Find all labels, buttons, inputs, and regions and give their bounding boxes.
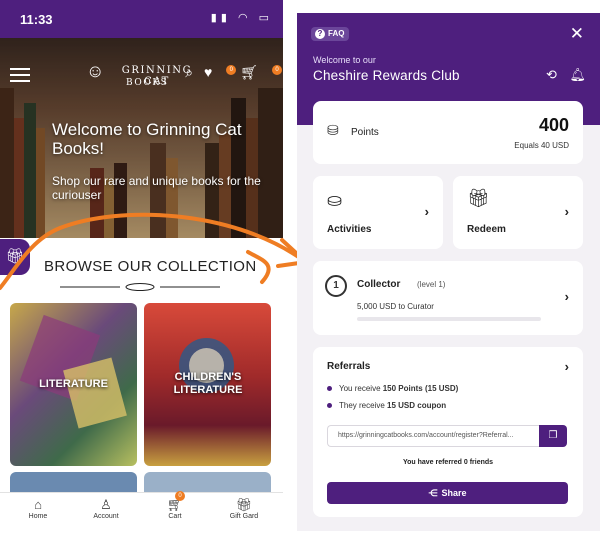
cat-logo-icon: ☺ bbox=[86, 61, 105, 81]
nav-cart-label: Cart bbox=[168, 513, 182, 520]
points-card: ⛁ Points 400 Equals 40 USD bbox=[313, 101, 583, 164]
faq-button[interactable]: ? FAQ bbox=[311, 27, 350, 41]
faq-label: FAQ bbox=[328, 29, 345, 38]
points-value: 400 bbox=[538, 115, 569, 135]
logo-line-2: BOOKS bbox=[126, 78, 169, 88]
nav-home[interactable]: ⌂ Home bbox=[8, 497, 68, 520]
nav-account[interactable]: ♙ Account bbox=[76, 497, 136, 520]
collection-tile-literature[interactable]: LITERATURE bbox=[10, 303, 137, 466]
header-icons: ⟲ 🔔︎ bbox=[537, 67, 586, 83]
redeem-card[interactable]: 🎁︎ Redeem › bbox=[453, 176, 583, 249]
nav-gift-card[interactable]: 🎁︎ Gift Gard bbox=[214, 497, 274, 520]
nav-cart[interactable]: 🛒︎ 0 Cart bbox=[145, 491, 205, 520]
hero-title: Welcome to Grinning Cat Books! bbox=[52, 120, 242, 158]
points-label: Points bbox=[351, 127, 379, 138]
coins-icon: ⛁ bbox=[327, 122, 339, 138]
share-icon: ⋲ bbox=[428, 488, 438, 498]
header-cart-icon[interactable]: 🛒︎ 0 bbox=[240, 64, 282, 81]
tier-next: 5,000 USD to Curator bbox=[357, 302, 434, 311]
status-time: 11:33 bbox=[20, 12, 53, 27]
referral-they-receive: They receive 15 USD coupon bbox=[327, 401, 446, 410]
search-icon[interactable]: ⌕ bbox=[185, 64, 193, 81]
rewards-panel: ? FAQ ✕ Welcome to our Cheshire Rewards C… bbox=[297, 13, 600, 531]
chevron-right-icon: › bbox=[564, 204, 569, 219]
tier-name: Collector bbox=[357, 279, 401, 290]
share-button[interactable]: ⋲ Share bbox=[327, 482, 568, 504]
tier-progress-bar bbox=[357, 317, 541, 321]
cart-icon: 🛒︎ 0 bbox=[166, 491, 185, 512]
hand-coin-icon: ⛀ bbox=[327, 190, 343, 210]
welcome-text: Welcome to our bbox=[313, 55, 376, 65]
collection-label: LITERATURE bbox=[39, 378, 108, 390]
nav-account-label: Account bbox=[93, 513, 119, 520]
referral-count: You have referred 0 friends bbox=[402, 459, 494, 466]
copy-icon: ❐ bbox=[548, 430, 558, 441]
laurel-badge-icon: 1 bbox=[325, 275, 347, 297]
tier-card[interactable]: 1 Collector (level 1) 5,000 USD to Curat… bbox=[313, 261, 583, 335]
hero-subtitle: Shop our rare and unique books for the c… bbox=[52, 174, 261, 202]
gift-icon: 🎁︎ bbox=[467, 188, 490, 208]
bullet-icon bbox=[327, 403, 332, 409]
chevron-right-icon: › bbox=[424, 204, 429, 219]
bullet-icon bbox=[327, 386, 332, 392]
header-cart-badge: 0 bbox=[272, 65, 282, 75]
history-icon[interactable]: ⟲ bbox=[546, 67, 557, 82]
cart-badge: 0 bbox=[175, 491, 185, 501]
referral-link-field[interactable]: https://grinningcatbooks.com/account/reg… bbox=[327, 425, 539, 447]
bell-icon[interactable]: 🔔︎ bbox=[569, 67, 586, 82]
chevron-right-icon[interactable]: › bbox=[565, 359, 569, 374]
points-equals: Equals 40 USD bbox=[514, 141, 569, 150]
club-title: Cheshire Rewards Club bbox=[313, 68, 460, 83]
header-actions: ⌕ ♥ 0 🛒︎ 0 bbox=[178, 64, 282, 81]
close-icon[interactable]: ✕ bbox=[570, 24, 584, 44]
activities-label: Activities bbox=[327, 224, 372, 235]
gift-card-icon: 🎁︎ bbox=[235, 497, 253, 512]
collection-label: CHILDREN'S LITERATURE bbox=[173, 371, 243, 396]
home-icon: ⌂ bbox=[34, 497, 42, 512]
wishlist-badge: 0 bbox=[226, 65, 237, 75]
collection-tile-childrens-literature[interactable]: CHILDREN'S LITERATURE bbox=[144, 303, 271, 466]
nav-home-label: Home bbox=[28, 513, 48, 520]
referrals-card: Referrals › You receive 150 Points (15 U… bbox=[313, 347, 583, 517]
referrals-title: Referrals bbox=[327, 361, 371, 372]
question-icon: ? bbox=[315, 29, 325, 39]
copy-link-button[interactable]: ❐ bbox=[539, 425, 567, 447]
referral-you-receive: You receive 150 Points (15 USD) bbox=[327, 384, 458, 393]
top-navigation: ☺ GRINNING CAT BOOKS ⌕ ♥ 0 🛒︎ 0 bbox=[0, 38, 283, 108]
tier-level: (level 1) bbox=[417, 280, 446, 289]
bottom-navigation: ⌂ Home ♙ Account 🛒︎ 0 Cart 🎁︎ Gift Gard bbox=[0, 491, 283, 530]
redeem-label: Redeem bbox=[467, 224, 506, 235]
status-bar: 11:33 ▮▮ ◠ ▭ bbox=[0, 0, 283, 38]
menu-icon[interactable] bbox=[10, 68, 30, 82]
status-icons: ▮▮ ◠ ▭ bbox=[210, 12, 273, 24]
nav-gift-card-label: Gift Gard bbox=[229, 513, 259, 520]
chevron-right-icon: › bbox=[564, 289, 569, 304]
activities-card[interactable]: ⛀ Activities › bbox=[313, 176, 443, 249]
pointer-arrow bbox=[0, 212, 308, 290]
wishlist-heart-icon[interactable]: ♥ 0 bbox=[204, 64, 237, 81]
user-icon: ♙ bbox=[100, 497, 112, 512]
